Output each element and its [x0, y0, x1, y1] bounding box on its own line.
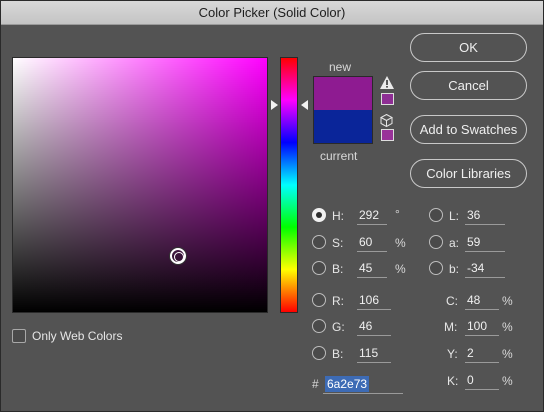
red-label: R: [332, 294, 344, 308]
hue-field[interactable]: 292 [357, 206, 387, 225]
hue-label: H: [332, 209, 344, 223]
color-field[interactable] [12, 57, 268, 313]
green-radio[interactable] [312, 319, 326, 333]
lab-a-field[interactable]: 59 [465, 233, 505, 252]
lab-a-label: a: [449, 236, 460, 250]
red-field[interactable]: 106 [357, 291, 391, 310]
cube-icon[interactable] [380, 114, 393, 127]
saturation-radio[interactable] [312, 235, 326, 249]
current-color-label: current [320, 149, 358, 163]
color-field-cursor[interactable] [170, 248, 186, 264]
current-color-swatch[interactable] [313, 110, 373, 144]
yellow-unit: % [502, 347, 513, 361]
blue-field[interactable]: 115 [357, 344, 391, 363]
hue-slider-right-arrow[interactable] [301, 100, 308, 110]
lab-b-field[interactable]: -34 [465, 259, 505, 278]
magenta-label: M: [444, 320, 458, 334]
saturation-label: S: [332, 236, 344, 250]
blue-radio[interactable] [312, 346, 326, 360]
lab-l-label: L: [449, 209, 460, 223]
yellow-field[interactable]: 2 [465, 344, 499, 363]
ok-button[interactable]: OK [410, 33, 527, 62]
web-safe-swatch[interactable] [381, 129, 394, 141]
magenta-unit: % [502, 320, 513, 334]
brightness-field[interactable]: 45 [357, 259, 387, 278]
lab-l-field[interactable]: 36 [465, 206, 505, 225]
hue-radio[interactable] [312, 208, 326, 222]
magenta-field[interactable]: 100 [465, 317, 499, 336]
cancel-button[interactable]: Cancel [410, 71, 527, 100]
color-libraries-button[interactable]: Color Libraries [410, 159, 527, 188]
warning-triangle-icon[interactable] [380, 76, 394, 89]
hue-unit: ° [395, 207, 400, 221]
saturation-unit: % [395, 236, 406, 250]
new-color-label: new [329, 60, 352, 74]
black-unit: % [502, 374, 513, 388]
window-title: Color Picker (Solid Color) [1, 1, 543, 25]
hue-slider[interactable] [280, 57, 298, 313]
add-to-swatches-button[interactable]: Add to Swatches [410, 115, 527, 144]
gamut-warning-swatch[interactable] [381, 93, 394, 105]
brightness-label: B: [332, 262, 344, 276]
green-field[interactable]: 46 [357, 317, 391, 336]
blue-label: B: [332, 347, 344, 361]
saturation-field[interactable]: 60 [357, 233, 387, 252]
cyan-unit: % [502, 294, 513, 308]
green-label: G: [332, 320, 345, 334]
yellow-label: Y: [447, 347, 458, 361]
lab-b-label: b: [449, 262, 460, 276]
only-web-colors-label: Only Web Colors [32, 329, 123, 343]
black-field[interactable]: 0 [465, 371, 499, 390]
hex-sign-label: # [312, 377, 319, 391]
black-label: K: [447, 374, 459, 388]
hex-field[interactable]: 6a2e73 [323, 375, 403, 394]
brightness-radio[interactable] [312, 261, 326, 275]
cyan-label: C: [446, 294, 458, 308]
cyan-field[interactable]: 48 [465, 291, 499, 310]
brightness-unit: % [395, 262, 406, 276]
color-picker-dialog: Color Picker (Solid Color) new current O… [0, 0, 544, 412]
new-color-swatch [313, 76, 373, 110]
lab-b-radio[interactable] [429, 261, 443, 275]
lab-l-radio[interactable] [429, 208, 443, 222]
hex-value[interactable]: 6a2e73 [325, 376, 370, 392]
only-web-colors-checkbox[interactable] [12, 329, 26, 343]
hue-slider-left-arrow[interactable] [271, 100, 278, 110]
lab-a-radio[interactable] [429, 235, 443, 249]
red-radio[interactable] [312, 293, 326, 307]
